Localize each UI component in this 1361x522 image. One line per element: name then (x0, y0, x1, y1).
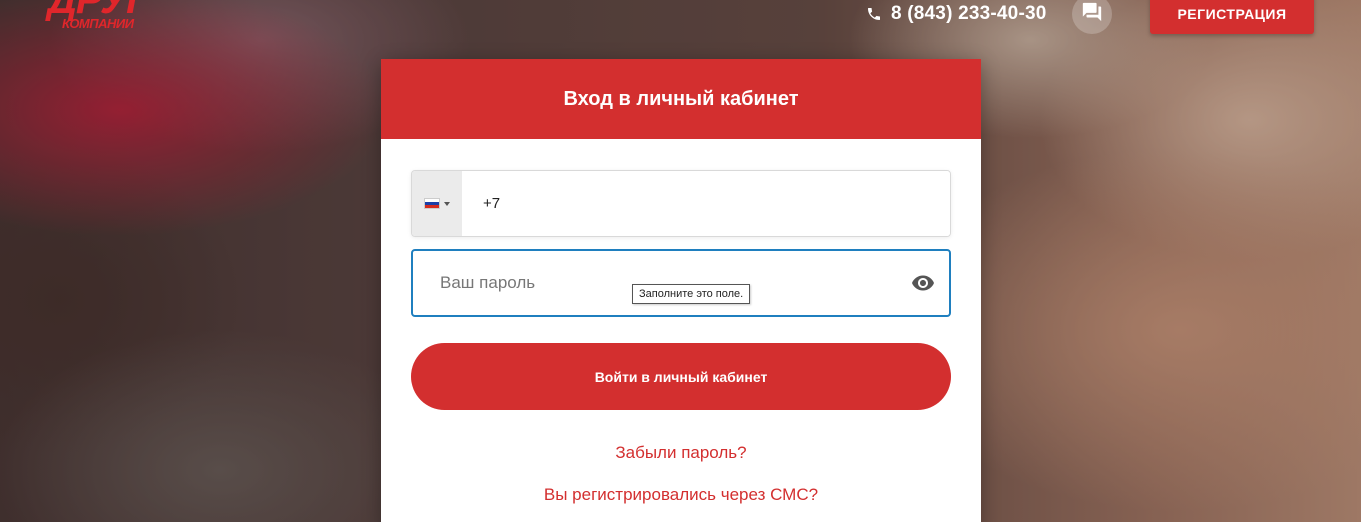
login-title: Вход в личный кабинет (381, 59, 981, 139)
phone-icon (866, 6, 882, 22)
login-card: Вход в личный кабинет Заполните это поле… (381, 59, 981, 522)
ru-flag-icon (424, 198, 440, 209)
phone-input[interactable] (462, 171, 950, 236)
register-button[interactable]: РЕГИСТРАЦИЯ (1150, 0, 1314, 34)
phone-number: 8 (843) 233-40-30 (891, 3, 1047, 24)
header-phone[interactable]: 8 (843) 233-40-30 (866, 3, 1047, 25)
password-input[interactable] (413, 251, 903, 315)
eye-icon[interactable] (903, 271, 943, 295)
sms-registration-link[interactable]: Вы регистрировались через СМС? (381, 485, 981, 505)
forgot-password-link[interactable]: Забыли пароль? (381, 443, 981, 463)
password-field (411, 249, 951, 317)
caret-down-icon (444, 201, 450, 206)
chat-icon (1081, 1, 1103, 28)
login-submit-button[interactable]: Войти в личный кабинет (411, 343, 951, 410)
validation-tooltip: Заполните это поле. (632, 284, 751, 304)
logo-sub-text: КОМПАНИИ (62, 16, 134, 31)
logo[interactable]: ДРУГ КОМПАНИИ (44, 0, 156, 38)
country-selector[interactable] (412, 171, 462, 236)
phone-field (411, 170, 951, 237)
